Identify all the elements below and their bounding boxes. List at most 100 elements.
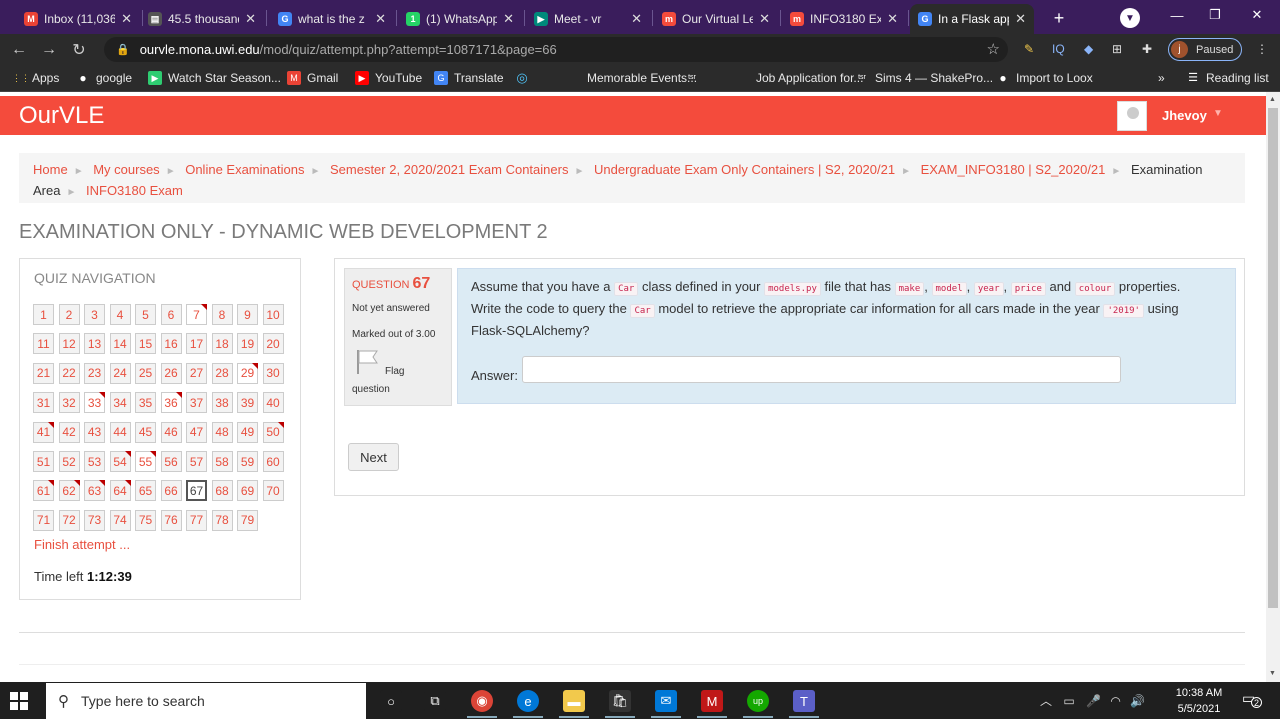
edge-icon[interactable]: e <box>517 690 539 712</box>
close-window-button[interactable]: ✕ <box>1242 4 1272 26</box>
quiz-nav-button[interactable]: 27 <box>186 362 207 384</box>
answer-input[interactable] <box>522 356 1121 383</box>
quiz-nav-button[interactable]: 69 <box>237 480 258 502</box>
browser-tab[interactable]: ▶ Meet - vr ✕ <box>526 4 650 34</box>
quiz-nav-button[interactable]: 77 <box>186 509 207 531</box>
teams-icon[interactable]: T <box>793 690 815 712</box>
mcafee-icon[interactable]: M <box>701 690 723 712</box>
bookmark-item[interactable]: ▶ YouTube <box>355 71 422 85</box>
bookmark-item[interactable]: Job Application for... <box>736 71 863 85</box>
more-bookmarks-button[interactable]: » <box>1158 71 1165 85</box>
maximize-button[interactable]: ❐ <box>1200 4 1230 26</box>
breadcrumb-link[interactable]: Undergraduate Exam Only Containers | S2,… <box>594 162 895 177</box>
quiz-nav-button[interactable]: 29 <box>237 362 258 384</box>
extension-grid-icon[interactable]: ⊞ <box>1112 42 1122 56</box>
quiz-nav-button[interactable]: 33 <box>84 392 105 414</box>
breadcrumb-link[interactable]: Semester 2, 2020/2021 Exam Containers <box>330 162 568 177</box>
quiz-nav-button[interactable]: 42 <box>58 421 80 443</box>
quiz-nav-button[interactable]: 75 <box>135 509 156 531</box>
quiz-nav-button[interactable]: 14 <box>109 333 131 355</box>
breadcrumb-link[interactable]: INFO3180 Exam <box>86 183 183 198</box>
close-tab-icon[interactable]: ✕ <box>1015 11 1026 27</box>
flag-question-label[interactable]: Flag <box>385 366 404 377</box>
close-tab-icon[interactable]: ✕ <box>759 11 770 27</box>
store-icon[interactable]: 🛍 <box>609 690 631 712</box>
quiz-nav-button[interactable]: 70 <box>262 480 284 502</box>
bookmark-item[interactable]: ⋮⋮ Apps <box>12 71 59 85</box>
page-scrollbar[interactable]: ▲ ▼ <box>1266 92 1280 682</box>
quiz-nav-button[interactable]: 17 <box>186 333 207 355</box>
quiz-nav-button[interactable]: 7 <box>186 304 207 325</box>
quiz-nav-button[interactable]: 10 <box>262 304 284 325</box>
quiz-nav-button[interactable]: 26 <box>160 362 182 384</box>
quiz-nav-button[interactable]: 56 <box>160 451 182 472</box>
extension-diamond-icon[interactable]: ◆ <box>1084 42 1093 56</box>
quiz-nav-button[interactable]: 1 <box>33 304 54 325</box>
bookmark-item[interactable]: tsr <box>685 71 705 85</box>
address-bar[interactable]: 🔒 ourvle.mona.uwi.edu /mod/quiz/attempt.… <box>104 37 1008 62</box>
tray-chevron-icon[interactable]: ︿ <box>1040 694 1052 708</box>
flag-icon[interactable] <box>355 349 381 375</box>
quiz-nav-button[interactable]: 2 <box>58 304 80 325</box>
profile-button[interactable]: j Paused <box>1168 38 1242 61</box>
quiz-nav-button[interactable]: 36 <box>160 392 182 414</box>
quiz-nav-button[interactable]: 15 <box>135 333 156 355</box>
quiz-nav-button[interactable]: 8 <box>211 304 233 325</box>
quiz-nav-button[interactable]: 67 <box>186 480 207 502</box>
bookmark-item[interactable]: ◎ <box>515 71 535 85</box>
site-brand[interactable]: OurVLE <box>19 102 104 130</box>
close-tab-icon[interactable]: ✕ <box>121 11 132 27</box>
quiz-nav-button[interactable]: 65 <box>135 480 156 502</box>
user-name[interactable]: Jhevoy <box>1162 108 1207 123</box>
quiz-nav-button[interactable]: 62 <box>58 480 80 502</box>
taskbar-search[interactable]: ⚲ Type here to search <box>46 683 366 719</box>
close-tab-icon[interactable]: ✕ <box>503 11 514 27</box>
bookmark-star-icon[interactable]: ☆ <box>987 40 1000 58</box>
quiz-nav-button[interactable]: 48 <box>211 421 233 443</box>
quiz-nav-button[interactable]: 60 <box>262 451 284 472</box>
quiz-nav-button[interactable]: 9 <box>237 304 258 325</box>
quiz-nav-button[interactable]: 73 <box>84 509 105 531</box>
quiz-nav-button[interactable]: 18 <box>211 333 233 355</box>
breadcrumb-link[interactable]: Online Examinations <box>185 162 304 177</box>
user-menu-caret-icon[interactable]: ▼ <box>1213 108 1223 119</box>
quiz-nav-button[interactable]: 45 <box>135 421 156 443</box>
quiz-nav-button[interactable]: 66 <box>160 480 182 502</box>
mic-icon[interactable]: 🎤 <box>1086 694 1101 708</box>
bookmark-item[interactable]: M Gmail <box>287 71 338 85</box>
mail-icon[interactable]: ✉ <box>655 690 677 712</box>
quiz-nav-button[interactable]: 57 <box>186 451 207 472</box>
quiz-nav-button[interactable]: 25 <box>135 362 156 384</box>
quiz-nav-button[interactable]: 74 <box>109 509 131 531</box>
new-tab-button[interactable]: + <box>1048 7 1070 29</box>
quiz-nav-button[interactable]: 50 <box>262 421 284 443</box>
quiz-nav-button[interactable]: 61 <box>33 480 54 502</box>
browser-tab[interactable]: m INFO3180 Exa ✕ <box>782 4 906 34</box>
quiz-nav-button[interactable]: 78 <box>211 509 233 531</box>
finish-attempt-link[interactable]: Finish attempt ... <box>34 537 130 552</box>
bookmark-item[interactable]: ▶ Watch Star Season... <box>148 71 281 85</box>
bookmark-item[interactable]: ● google <box>76 71 132 85</box>
quiz-nav-button[interactable]: 41 <box>33 421 54 443</box>
quiz-nav-button[interactable]: 76 <box>160 509 182 531</box>
extension-iq-icon[interactable]: IQ <box>1052 42 1065 56</box>
quiz-nav-button[interactable]: 55 <box>135 451 156 472</box>
quiz-nav-button[interactable]: 20 <box>262 333 284 355</box>
browser-tab[interactable]: G In a Flask app ✕ <box>910 4 1034 34</box>
quiz-nav-button[interactable]: 30 <box>262 362 284 384</box>
bookmark-item[interactable]: G Translate <box>434 71 504 85</box>
task-view-icon[interactable]: ⧉ <box>424 690 446 712</box>
quiz-nav-button[interactable]: 40 <box>262 392 284 414</box>
cortana-icon[interactable]: ○ <box>380 690 402 712</box>
breadcrumb-link[interactable]: Home <box>33 162 68 177</box>
bookmark-item[interactable]: Memorable Events... <box>567 71 697 85</box>
quiz-nav-button[interactable]: 34 <box>109 392 131 414</box>
quiz-nav-button[interactable]: 38 <box>211 392 233 414</box>
forward-button[interactable]: → <box>38 39 60 61</box>
quiz-nav-button[interactable]: 35 <box>135 392 156 414</box>
quiz-nav-button[interactable]: 4 <box>109 304 131 325</box>
extension-pen-icon[interactable]: ✎ <box>1024 42 1034 56</box>
reload-button[interactable]: ↻ <box>68 39 90 61</box>
quiz-nav-button[interactable]: 23 <box>84 362 105 384</box>
taskbar-clock[interactable]: 10:38 AM 5/5/2021 <box>1172 685 1226 717</box>
